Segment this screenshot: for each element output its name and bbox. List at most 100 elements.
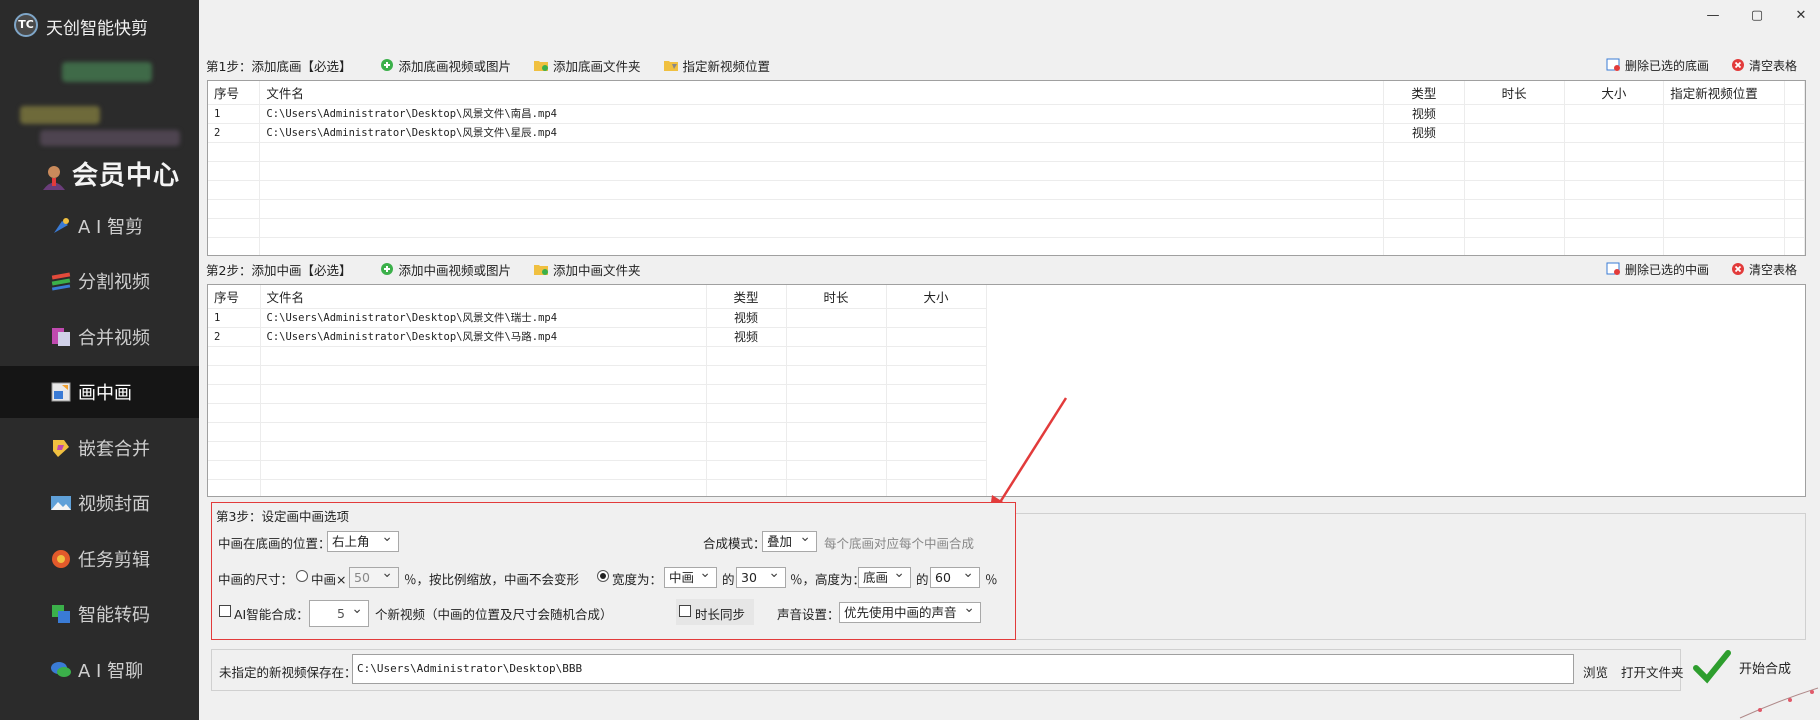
app-logo-icon: TC: [14, 13, 38, 37]
sidebar-item-pip[interactable]: 画中画: [0, 366, 199, 418]
sidebar-item-ai-chat[interactable]: A I 智聊: [0, 644, 199, 696]
sidebar-item-transcode[interactable]: 智能转码: [0, 588, 199, 640]
of-label: 的: [916, 572, 929, 587]
height-reference-select[interactable]: 底画: [858, 564, 911, 588]
table-row[interactable]: 2 C:\Users\Administrator\Desktop\风景文件\马路…: [208, 327, 987, 347]
cell-filename: C:\Users\Administrator\Desktop\风景文件\星辰.m…: [259, 123, 1384, 143]
duration-sync-checkbox[interactable]: [679, 605, 691, 617]
empty-row: [208, 403, 987, 423]
member-center-button[interactable]: 会员中心: [40, 155, 180, 192]
column-header[interactable]: 时长: [786, 285, 887, 309]
button-label: 添加底画视频或图片: [398, 58, 511, 74]
column-header[interactable]: 序号: [208, 285, 261, 309]
add-base-media-button[interactable]: 添加底画视频或图片: [373, 52, 518, 78]
empty-row: [208, 142, 1805, 162]
delete-selected-base-button[interactable]: 删除已选的底画: [1598, 53, 1716, 77]
column-header[interactable]: 类型: [706, 285, 787, 309]
empty-row: [208, 422, 987, 442]
sidebar: TC 天创智能快剪 会员中心 A I 智剪 分割视频 合并视频 画中画 嵌套合并…: [0, 0, 199, 720]
cell-index: 2: [208, 123, 261, 143]
ai-compose-checkbox[interactable]: [219, 605, 231, 617]
empty-row: [208, 460, 987, 480]
folder-add-icon: [533, 265, 548, 275]
delete-selected-pip-button[interactable]: 删除已选的中画: [1598, 257, 1716, 281]
column-header[interactable]: 类型: [1383, 81, 1465, 105]
add-pip-media-button[interactable]: 添加中画视频或图片: [373, 256, 518, 282]
table-header-row: 序号 文件名 类型 时长 大小: [208, 285, 987, 309]
merge-video-icon: [52, 328, 70, 346]
task-edit-icon: [52, 550, 70, 568]
step1-toolbar: 第1步：添加底画【必选】 添加底画视频或图片 添加底画文件夹 指定新视频位置: [206, 52, 778, 78]
sidebar-item-label: 视频封面: [78, 494, 150, 515]
blurred-user-info: [20, 106, 100, 124]
sidebar-item-task-edit[interactable]: 任务剪辑: [0, 533, 199, 585]
column-header[interactable]: 大小: [1564, 81, 1665, 105]
base-video-table[interactable]: 序号 文件名 类型 时长 大小 指定新视频位置 1 C:\Users\Admin…: [207, 80, 1806, 256]
add-pip-folder-button[interactable]: 添加中画文件夹: [525, 256, 648, 282]
custom-size-radio[interactable]: [597, 570, 609, 582]
blend-mode-select[interactable]: 叠加: [762, 528, 817, 552]
step3-title: 第3步：设定画中画选项: [216, 509, 349, 524]
open-folder-button[interactable]: 打开文件夹: [1621, 662, 1684, 681]
audio-setting-select[interactable]: 优先使用中画的声音: [839, 599, 981, 623]
cell-duration: [786, 308, 887, 328]
output-path-input[interactable]: C:\Users\Administrator\Desktop\BBB: [352, 654, 1574, 684]
scale-select[interactable]: 50: [349, 564, 399, 588]
cell-filler: [1784, 123, 1805, 143]
output-label: 未指定的新视频保存在：: [219, 665, 357, 680]
clear-table-base-button[interactable]: 清空表格: [1723, 53, 1804, 77]
column-header[interactable]: 文件名: [260, 285, 707, 309]
close-button[interactable]: ✕: [1791, 6, 1811, 26]
add-base-folder-button[interactable]: 添加底画文件夹: [525, 52, 648, 78]
cell-type: 视频: [1383, 123, 1465, 143]
clear-x-icon: [1731, 263, 1744, 275]
sidebar-item-split-video[interactable]: 分割视频: [0, 255, 199, 307]
sidebar-item-nested-merge[interactable]: 嵌套合并: [0, 422, 199, 474]
position-select[interactable]: 右上角: [327, 528, 399, 552]
table-row[interactable]: 1 C:\Users\Administrator\Desktop\风景文件\南昌…: [208, 104, 1805, 124]
table-row[interactable]: 1 C:\Users\Administrator\Desktop\风景文件\瑞士…: [208, 308, 987, 328]
empty-row: [208, 218, 1805, 238]
sidebar-item-ai-clip[interactable]: A I 智剪: [0, 200, 199, 252]
width-percent-select[interactable]: 30: [736, 564, 786, 588]
table-row[interactable]: 2 C:\Users\Administrator\Desktop\风景文件\星辰…: [208, 123, 1805, 143]
width-reference-select[interactable]: 中画: [664, 564, 717, 588]
empty-row: [208, 199, 1805, 219]
ai-compose-hint: 个新视频（中画的位置及尺寸会随机合成）: [375, 607, 613, 622]
percent-sign: ％: [985, 572, 998, 587]
cell-size: [886, 327, 987, 347]
button-label: 添加中画视频或图片: [398, 262, 511, 278]
blend-hint: 每个底画对应每个中画合成: [824, 536, 975, 551]
column-header[interactable]: 序号: [208, 81, 261, 105]
transcode-icon: [52, 605, 70, 623]
step3-options-panel: 第3步：设定画中画选项 中画在底画的位置： 右上角 合成模式： 叠加 每个底画对…: [211, 502, 1016, 640]
empty-row: [208, 346, 987, 366]
sidebar-item-merge-video[interactable]: 合并视频: [0, 311, 199, 363]
column-header[interactable]: 大小: [886, 285, 987, 309]
column-header[interactable]: 指定新视频位置: [1663, 81, 1785, 105]
height-percent-select[interactable]: 60: [930, 564, 980, 588]
step1-right-actions: 删除已选的底画 清空表格: [1591, 53, 1804, 77]
column-header[interactable]: 文件名: [259, 81, 1384, 105]
empty-row: [208, 237, 1805, 255]
minimize-button[interactable]: —: [1703, 6, 1723, 26]
ai-count-stepper[interactable]: 5: [309, 597, 369, 627]
cell-location: [1663, 104, 1785, 124]
button-label: 删除已选的中画: [1624, 262, 1709, 277]
set-output-location-button[interactable]: 指定新视频位置: [655, 52, 778, 78]
column-header[interactable]: 时长: [1464, 81, 1565, 105]
sidebar-item-label: 分割视频: [78, 272, 150, 293]
cell-duration: [786, 327, 887, 347]
nested-merge-icon: [53, 440, 69, 457]
browse-button[interactable]: 浏览: [1583, 662, 1608, 681]
audio-setting-label: 声音设置：: [777, 607, 840, 622]
sidebar-item-video-cover[interactable]: 视频封面: [0, 477, 199, 529]
clear-table-pip-button[interactable]: 清空表格: [1723, 257, 1804, 281]
blend-mode-label: 合成模式：: [703, 536, 766, 551]
checkmark-icon: [1693, 650, 1731, 684]
button-label: 删除已选的底画: [1624, 58, 1709, 73]
cell-filename: C:\Users\Administrator\Desktop\风景文件\马路.m…: [260, 327, 707, 347]
delete-selected-icon: [1606, 58, 1620, 71]
maximize-button[interactable]: ▢: [1747, 6, 1767, 26]
scale-radio[interactable]: [296, 570, 308, 582]
